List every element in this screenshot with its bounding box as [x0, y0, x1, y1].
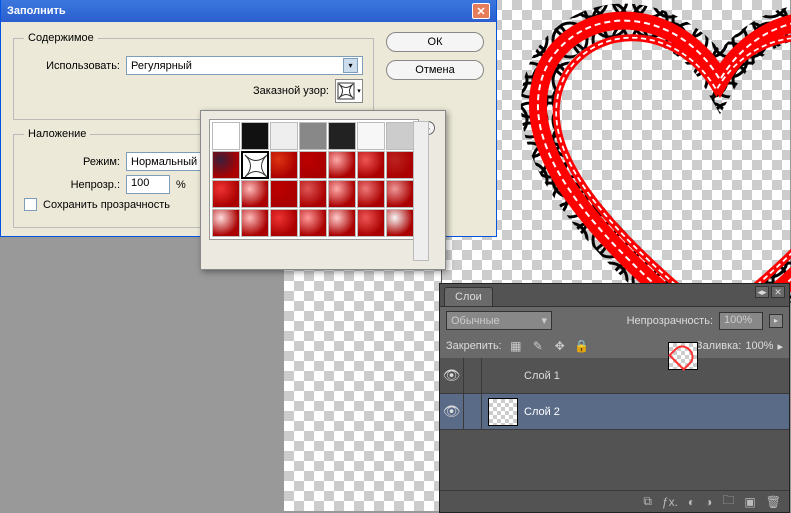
lock-position-icon[interactable]: ✥ — [552, 338, 568, 354]
dialog-titlebar[interactable]: Заполнить ✕ — [1, 0, 496, 22]
percent-label: % — [176, 179, 186, 191]
trash-icon[interactable]: 🗑 — [766, 495, 781, 509]
dialog-title-text: Заполнить — [7, 5, 66, 17]
tab-layers[interactable]: Слои — [444, 287, 493, 306]
adjustment-icon[interactable]: ◑ — [705, 495, 712, 509]
pattern-swatch[interactable] — [299, 122, 327, 150]
pattern-swatch[interactable] — [212, 180, 240, 208]
pattern-swatch[interactable] — [270, 209, 298, 237]
pattern-swatch[interactable] — [386, 122, 414, 150]
link-column — [464, 358, 482, 393]
new-layer-icon[interactable]: ▣ — [744, 495, 755, 509]
lock-label: Закрепить: — [446, 340, 502, 352]
ok-button[interactable]: ОК — [386, 32, 484, 52]
link-layers-icon[interactable]: ⧉ — [643, 494, 652, 509]
pattern-swatch[interactable] — [357, 151, 385, 179]
custom-pattern-label: Заказной узор: — [253, 85, 329, 97]
use-value: Регулярный — [131, 60, 192, 72]
document-canvas-left — [284, 261, 444, 511]
content-group: Содержимое Использовать: Регулярный ▾ За… — [13, 32, 374, 120]
pattern-swatch[interactable] — [270, 122, 298, 150]
lock-pixels-icon[interactable]: ✎ — [530, 338, 546, 354]
pattern-swatch[interactable] — [241, 122, 269, 150]
preserve-transparency-label: Сохранить прозрачность — [43, 199, 170, 211]
preserve-transparency-checkbox[interactable] — [24, 198, 37, 211]
pattern-swatch[interactable] — [270, 151, 298, 179]
opacity-label: Непрозр.: — [24, 179, 120, 191]
pattern-swatch-button[interactable]: ▾ — [335, 79, 363, 103]
layer-row[interactable]: 👁 Слой 1 — [440, 358, 789, 394]
fx-icon[interactable]: ƒx. — [662, 495, 678, 509]
pattern-swatch[interactable] — [212, 151, 240, 179]
layer-list: 👁 Слой 1 👁 Слой 2 — [440, 358, 789, 430]
use-select[interactable]: Регулярный ▾ — [126, 56, 363, 75]
content-legend: Содержимое — [24, 32, 98, 44]
layer-opacity-input[interactable]: 100% — [719, 312, 763, 330]
layer-row[interactable]: 👁 Слой 2 — [440, 394, 789, 430]
minimize-icon[interactable]: ◂▸ — [755, 286, 769, 298]
lock-transparency-icon[interactable]: ▦ — [508, 338, 524, 354]
pattern-swatch[interactable] — [386, 180, 414, 208]
fill-label: Заливка: — [696, 340, 741, 352]
scrollbar[interactable] — [413, 121, 429, 261]
chevron-down-icon: ▾ — [343, 58, 358, 73]
chevron-down-icon: ▾ — [357, 87, 361, 95]
overlay-legend: Наложение — [24, 128, 90, 140]
cancel-button[interactable]: Отмена — [386, 60, 484, 80]
pattern-swatch[interactable] — [357, 209, 385, 237]
opacity-label: Непрозрачность: — [627, 315, 713, 327]
pattern-swatch[interactable] — [212, 122, 240, 150]
pattern-swatch[interactable] — [299, 209, 327, 237]
pattern-grid — [209, 119, 419, 240]
visibility-eye-icon[interactable]: 👁 — [440, 358, 464, 393]
pattern-swatch[interactable] — [357, 122, 385, 150]
mode-label: Режим: — [24, 156, 120, 168]
pattern-swatch[interactable] — [241, 151, 269, 179]
pattern-swatch[interactable] — [386, 209, 414, 237]
close-icon[interactable]: ✕ — [771, 286, 785, 298]
pattern-swatch[interactable] — [241, 209, 269, 237]
blend-mode-select[interactable]: Обычные▾ — [446, 311, 552, 330]
pattern-swatch[interactable] — [328, 180, 356, 208]
pattern-swatch[interactable] — [328, 209, 356, 237]
pattern-swatch[interactable] — [241, 180, 269, 208]
panel-menu-icon[interactable]: ▸ — [769, 314, 783, 328]
lock-all-icon[interactable]: 🔒 — [574, 338, 590, 354]
pattern-swatch[interactable] — [212, 209, 240, 237]
layers-panel: ◂▸ ✕ Слои Обычные▾ Непрозрачность: 100% … — [439, 283, 790, 513]
use-label: Использовать: — [24, 60, 120, 72]
close-icon[interactable]: ✕ — [472, 3, 490, 19]
chevron-right-icon[interactable]: ▸ — [777, 340, 783, 353]
pattern-swatch[interactable] — [357, 180, 385, 208]
mask-icon[interactable]: ◐ — [688, 495, 695, 509]
layer-thumbnail[interactable] — [668, 342, 698, 370]
chevron-down-icon: ▾ — [541, 314, 547, 327]
layer-name[interactable]: Слой 2 — [524, 406, 560, 418]
layer-name[interactable]: Слой 1 — [524, 370, 560, 382]
group-icon[interactable]: 🗀 — [722, 491, 734, 512]
pattern-swatch[interactable] — [328, 151, 356, 179]
layers-footer: ⧉ ƒx. ◐ ◑ 🗀 ▣ 🗑 — [440, 490, 789, 512]
pattern-swatch[interactable] — [270, 180, 298, 208]
mode-value: Нормальный — [131, 156, 197, 168]
link-column — [464, 394, 482, 429]
visibility-eye-icon[interactable]: 👁 — [440, 394, 464, 429]
opacity-input[interactable]: 100 — [126, 175, 170, 194]
pattern-swatch[interactable] — [328, 122, 356, 150]
pattern-swatch[interactable] — [386, 151, 414, 179]
pattern-swatch[interactable] — [299, 180, 327, 208]
layer-thumbnail[interactable] — [488, 398, 518, 426]
pattern-picker-popup: ▸ — [200, 110, 446, 270]
layer-fill-input[interactable]: 100% — [745, 340, 773, 352]
pattern-preview-icon — [337, 82, 355, 100]
pattern-swatch[interactable] — [299, 151, 327, 179]
